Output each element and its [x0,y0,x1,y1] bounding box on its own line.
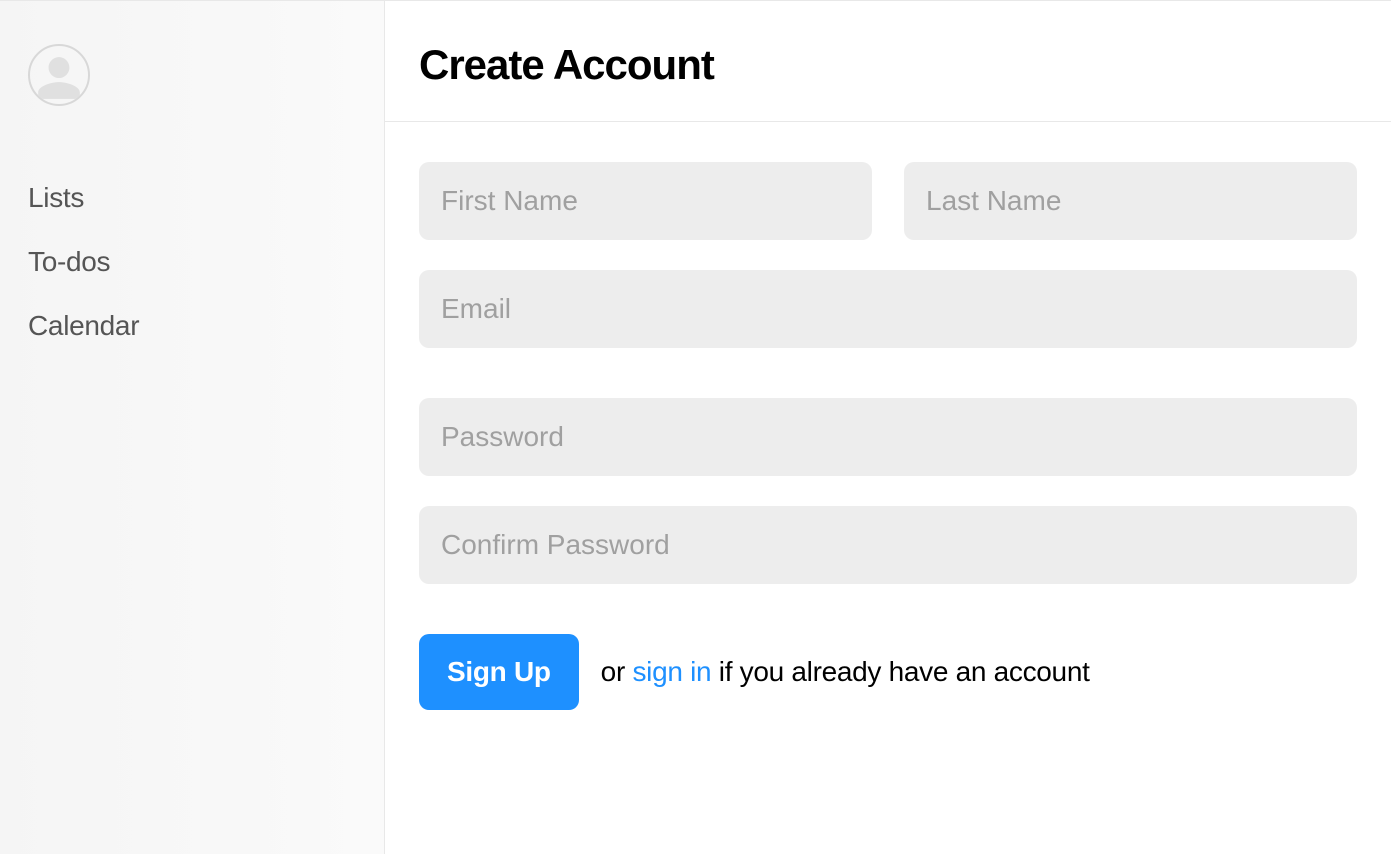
sidebar-item-label: Calendar [28,310,139,341]
avatar[interactable] [28,44,90,106]
confirm-password-field[interactable] [419,506,1357,584]
page-title: Create Account [419,41,1357,89]
main-content: Create Account Sign Up or sign in if you… [385,0,1391,854]
page-header: Create Account [385,1,1391,122]
sidebar-item-todos[interactable]: To-dos [28,230,384,294]
last-name-field[interactable] [904,162,1357,240]
sidebar-item-calendar[interactable]: Calendar [28,294,384,358]
sidebar-nav: Lists To-dos Calendar [28,166,384,358]
sidebar-item-lists[interactable]: Lists [28,166,384,230]
avatar-placeholder-icon [34,53,84,104]
sign-up-button[interactable]: Sign Up [419,634,579,710]
sign-in-link[interactable]: sign in [632,656,711,687]
alt-action-text: or sign in if you already have an accoun… [601,656,1090,688]
sidebar-item-label: Lists [28,182,84,213]
email-field[interactable] [419,270,1357,348]
sidebar-item-label: To-dos [28,246,110,277]
sidebar: Lists To-dos Calendar [0,0,385,854]
first-name-field[interactable] [419,162,872,240]
create-account-form: Sign Up or sign in if you already have a… [385,122,1391,750]
password-field[interactable] [419,398,1357,476]
form-actions: Sign Up or sign in if you already have a… [419,634,1357,710]
